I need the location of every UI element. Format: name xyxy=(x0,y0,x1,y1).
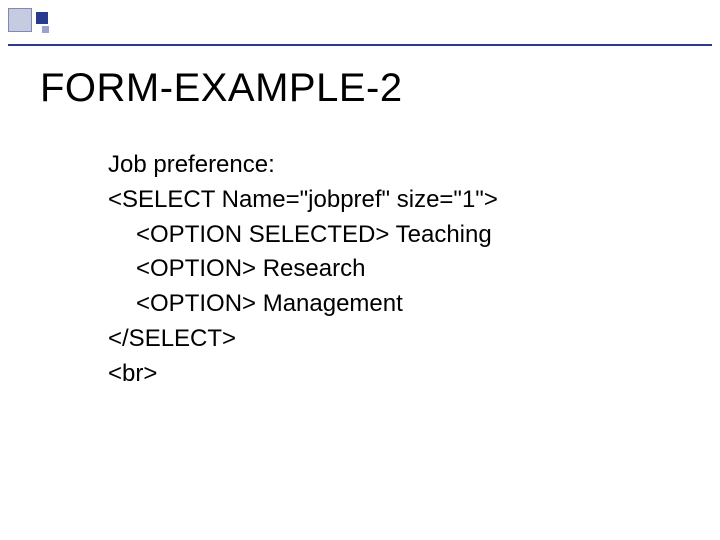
slide-title: FORM-EXAMPLE-2 xyxy=(40,66,403,111)
code-line: <br> xyxy=(108,357,498,392)
code-line: <OPTION> Research xyxy=(108,252,498,287)
divider xyxy=(8,44,712,46)
slide-body: Job preference: <SELECT Name="jobpref" s… xyxy=(108,148,498,392)
square-icon xyxy=(8,8,32,32)
slide: FORM-EXAMPLE-2 Job preference: <SELECT N… xyxy=(0,0,720,540)
code-line: <OPTION SELECTED> Teaching xyxy=(108,218,498,253)
square-icon xyxy=(42,26,49,33)
square-icon xyxy=(36,12,48,24)
code-line: <OPTION> Management xyxy=(108,287,498,322)
code-line: <SELECT Name="jobpref" size="1"> xyxy=(108,183,498,218)
code-line: </SELECT> xyxy=(108,322,498,357)
code-line: Job preference: xyxy=(108,148,498,183)
corner-decoration xyxy=(8,8,78,42)
